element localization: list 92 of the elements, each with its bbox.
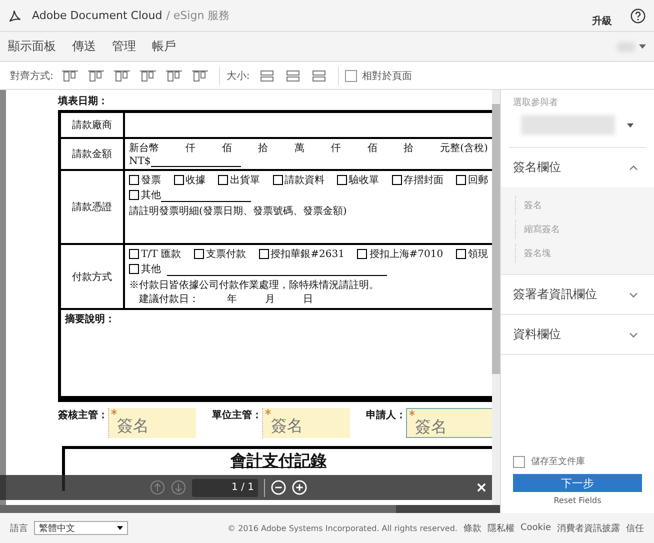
form-option: 授扣上海#7010 (357, 247, 444, 261)
arrow-up-icon[interactable] (150, 480, 165, 495)
form-option: 出貨單 (218, 173, 260, 187)
close-icon[interactable] (477, 483, 486, 492)
row-label: 付款方式 (72, 270, 112, 284)
signature-field[interactable]: 簽名 (406, 408, 494, 438)
section-header[interactable]: 資料欄位 (501, 315, 654, 354)
signature-field[interactable]: 簽名 (108, 408, 196, 438)
form-option: 其他 (129, 188, 161, 202)
row-label: 請款金額 (72, 148, 112, 161)
footer-link[interactable]: 隱私權 (487, 522, 514, 534)
align-icon[interactable] (191, 68, 210, 82)
chevron-icon (629, 164, 638, 170)
currency-label: NT$ (129, 156, 151, 167)
section-header[interactable]: 簽署者資訊欄位 (501, 275, 654, 314)
form-option: 授扣華銀#2631 (258, 247, 344, 261)
nav-tab[interactable]: 顯示面板 (8, 38, 56, 55)
caret-icon[interactable] (117, 526, 123, 530)
amount-unit: 仟 (330, 142, 341, 155)
align-icon[interactable] (87, 68, 106, 82)
section-header[interactable]: 簽名欄位 (501, 148, 654, 187)
date-text: 年 (227, 293, 237, 306)
amount-unit: 仟 (185, 142, 196, 155)
app-title: Adobe Document Cloud (32, 9, 162, 22)
date-text: 月 (265, 293, 275, 306)
date-text: 日 (303, 293, 313, 306)
form-option: 存摺封面 (392, 173, 444, 187)
form-option: 驗收單 (337, 173, 379, 187)
footer-link[interactable]: 消費者資訊披露 (557, 522, 620, 534)
form-option: 領現 (456, 247, 488, 261)
relative-to-page-checkbox[interactable]: 相對於頁面 (344, 68, 412, 82)
form-option: 其他 (129, 262, 161, 276)
size-icon[interactable] (284, 68, 302, 82)
size-label: 大小: (226, 70, 250, 82)
zoom-in-icon[interactable] (292, 480, 307, 495)
align-icon[interactable] (61, 68, 80, 82)
form-option: T/T 匯款 (129, 247, 181, 261)
app-subtitle: / eSign 服務 (166, 8, 230, 23)
form-option: 收據 (174, 173, 206, 187)
scrollbar-thumb[interactable] (492, 104, 500, 374)
next-button[interactable]: 下一步 (513, 474, 642, 492)
amount-unit: 拾 (258, 142, 268, 155)
footer-link[interactable]: 信任 (626, 522, 644, 534)
form-option: 請款資料 (272, 173, 324, 187)
date-label: 填表日期： (58, 94, 109, 108)
amount-unit: 新台幣 (129, 142, 159, 155)
nav-tab[interactable]: 傳送 (72, 38, 96, 55)
form-note: ※付款日皆依據公司付款作業處理，除特殊情況請註明。 (129, 278, 380, 292)
amount-unit: 拾 (404, 142, 414, 155)
amount-unit: 元整(含稅) (440, 142, 488, 155)
form-option: 回郵 (456, 173, 488, 187)
form-option: 發票 (129, 173, 161, 187)
chevron-icon (629, 332, 638, 338)
recipient-label: 選取參與者 (512, 96, 559, 109)
align-icon[interactable] (165, 68, 184, 82)
help-icon[interactable] (630, 8, 646, 24)
signer-label: 申請人： (366, 408, 406, 422)
row-label: 請款憑證 (72, 200, 112, 214)
amount-unit: 萬 (294, 142, 305, 155)
form-note: 請註明發票明細(發票日期、發票號碼、發票金額) (129, 204, 348, 218)
align-icon[interactable] (139, 68, 158, 82)
nav-tab[interactable]: 帳戶 (152, 38, 176, 55)
language-select[interactable]: 繁體中文 (34, 521, 128, 535)
section-title: 會計支付記錄 (230, 451, 326, 470)
acrobat-logo-icon (8, 8, 22, 22)
size-icon[interactable] (258, 68, 276, 82)
align-label: 對齊方式: (10, 70, 54, 82)
date-text: 建議付款日： (139, 292, 199, 306)
upgrade-link[interactable]: 升級 (592, 14, 612, 28)
row-label: 請款廠商 (72, 118, 112, 132)
save-to-library-checkbox[interactable]: 儲存至文件庫 (501, 455, 654, 468)
amount-unit: 佰 (367, 142, 378, 155)
chevron-icon (629, 292, 638, 298)
copyright-text: © 2016 Adobe Systems Incorporated. All rights reserved. (228, 524, 458, 532)
align-icon[interactable] (113, 68, 132, 82)
memo-label: 摘要說明： (65, 314, 115, 325)
caret-icon[interactable] (627, 122, 634, 128)
footer-link[interactable]: Cookie (520, 523, 551, 533)
size-icon[interactable] (310, 68, 328, 82)
arrow-down-icon[interactable] (171, 480, 186, 495)
form-option: 支票付款 (194, 247, 246, 261)
nav-tab[interactable]: 管理 (112, 38, 136, 55)
zoom-out-icon[interactable] (271, 480, 286, 495)
scrollbar-thumb[interactable] (0, 505, 396, 513)
reset-fields-link[interactable]: Reset Fields (501, 496, 654, 505)
page-number-field[interactable]: 1 / 1 (192, 478, 258, 496)
footer-link[interactable]: 條款 (463, 522, 482, 534)
signature-field[interactable]: 簽名 (262, 408, 350, 438)
signer-label: 單位主管： (212, 408, 262, 422)
signer-label: 簽核主管： (58, 408, 108, 422)
amount-unit: 佰 (222, 142, 232, 155)
language-label: 語言 (10, 522, 28, 534)
